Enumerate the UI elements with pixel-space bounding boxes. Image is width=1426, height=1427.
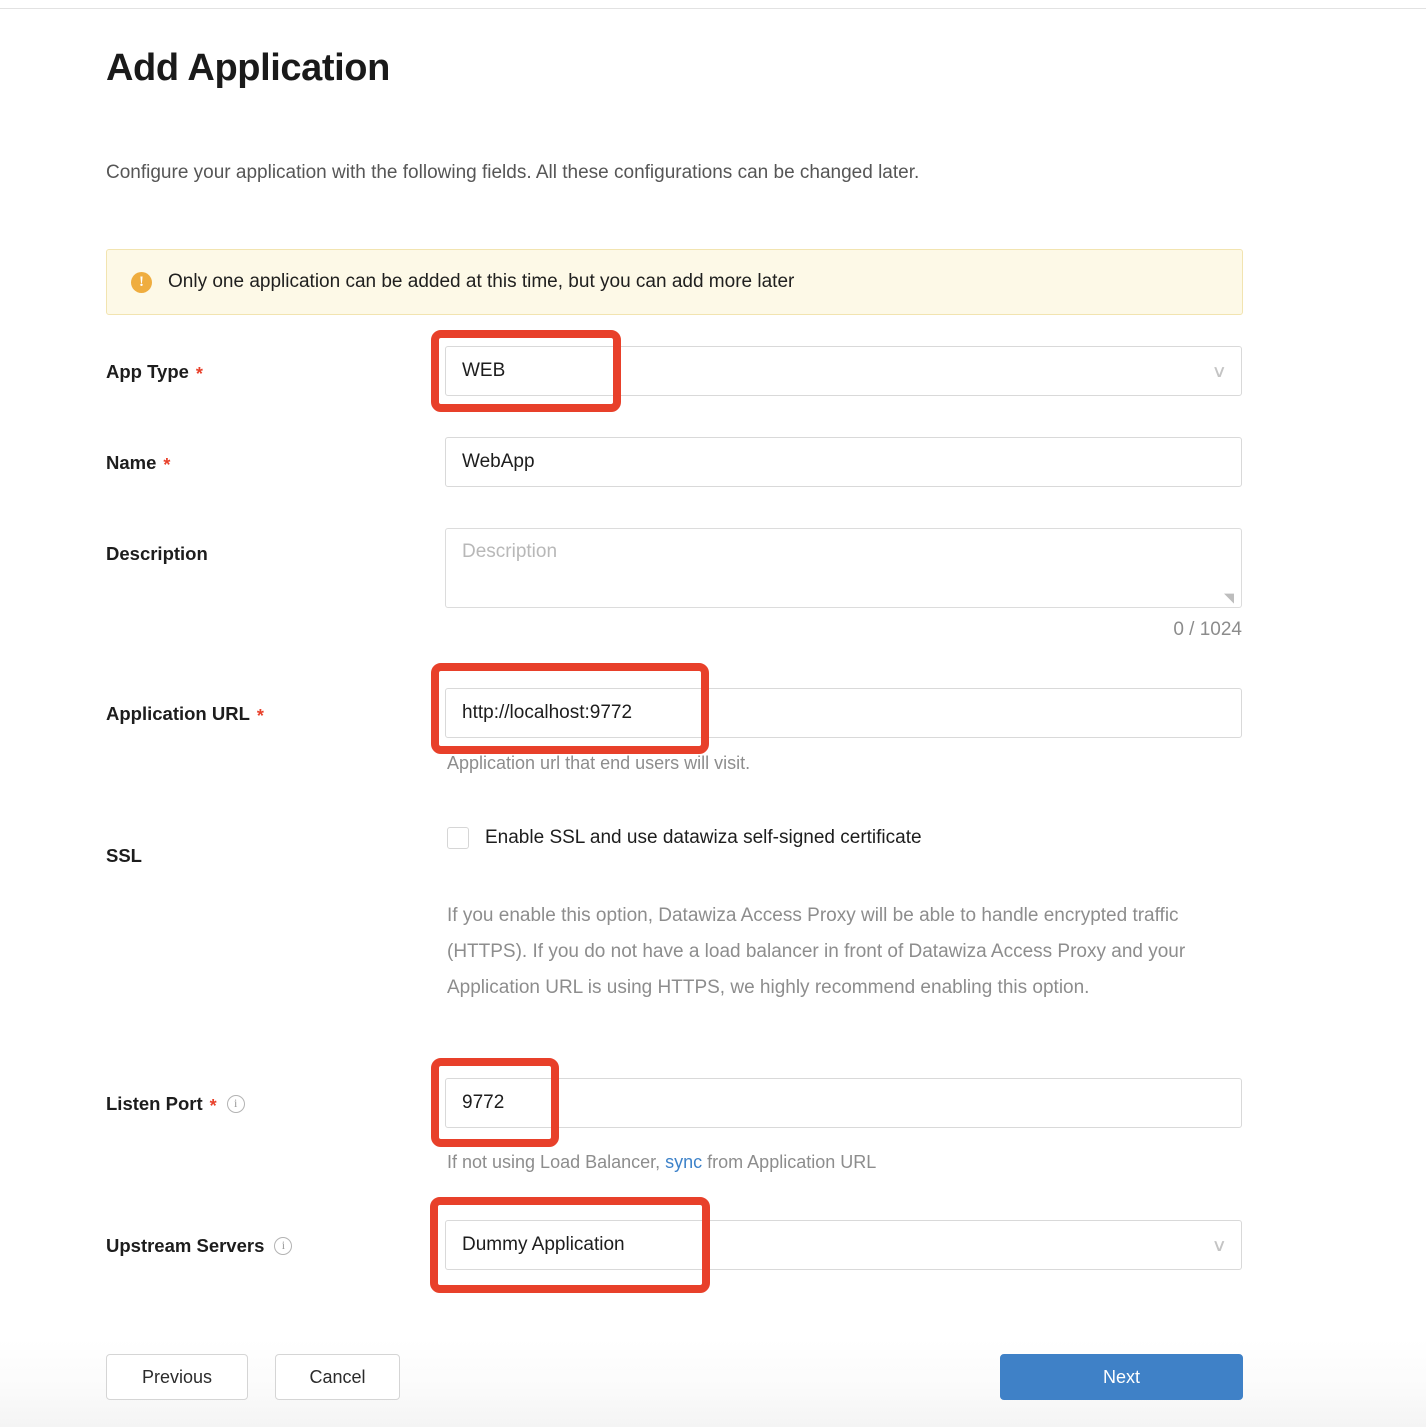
upstream-servers-label-text: Upstream Servers [106, 1235, 265, 1256]
listen-port-label: Listen Port * i [106, 1093, 245, 1115]
name-label: Name * [106, 452, 170, 474]
description-label: Description [106, 543, 208, 565]
page-subtitle: Configure your application with the foll… [106, 162, 920, 183]
alert-message: Only one application can be added at thi… [168, 271, 795, 292]
application-url-field[interactable]: http://localhost:9772 [445, 688, 1242, 738]
description-placeholder: Description [462, 541, 558, 562]
ssl-checkbox-label: Enable SSL and use datawiza self-signed … [485, 827, 922, 848]
chevron-down-icon: ∨ [1210, 361, 1227, 381]
app-type-label-text: App Type [106, 361, 189, 382]
description-counter: 0 / 1024 [1173, 619, 1242, 640]
listen-port-value: 9772 [462, 1092, 505, 1113]
listen-port-field[interactable]: 9772 [445, 1078, 1242, 1128]
sync-link[interactable]: sync [665, 1152, 702, 1172]
ssl-checkbox[interactable] [447, 827, 469, 849]
name-label-text: Name [106, 452, 157, 473]
application-url-value: http://localhost:9772 [462, 702, 633, 723]
required-marker: * [256, 706, 264, 726]
upstream-servers-label: Upstream Servers i [106, 1235, 293, 1257]
required-marker: * [195, 364, 203, 384]
ssl-checkbox-row[interactable]: Enable SSL and use datawiza self-signed … [447, 827, 922, 849]
cancel-button[interactable]: Cancel [275, 1354, 400, 1400]
add-application-page: Add Application Configure your applicati… [0, 9, 1426, 1427]
upstream-servers-value: Dummy Application [462, 1234, 625, 1255]
upstream-servers-field[interactable]: Dummy Application ∨ [445, 1220, 1242, 1270]
required-marker: * [163, 455, 171, 475]
listen-port-hint-before: If not using Load Balancer, [447, 1152, 666, 1172]
required-marker: * [209, 1096, 217, 1116]
form-footer: Previous Cancel Next [0, 1339, 1426, 1427]
previous-button[interactable]: Previous [106, 1354, 248, 1400]
info-alert: ! Only one application can be added at t… [106, 249, 1243, 315]
ssl-description: If you enable this option, Datawiza Acce… [447, 905, 1186, 998]
application-url-label-text: Application URL [106, 703, 250, 724]
chevron-down-icon: ∨ [1210, 1235, 1227, 1255]
page-title: Add Application [106, 47, 390, 89]
listen-port-hint: If not using Load Balancer, sync from Ap… [447, 1152, 876, 1173]
info-icon[interactable]: i [274, 1237, 293, 1255]
resize-handle-icon[interactable]: ◥ [1224, 591, 1238, 605]
info-icon[interactable]: i [226, 1095, 245, 1113]
application-url-hint: Application url that end users will visi… [447, 753, 751, 773]
app-type-label: App Type * [106, 361, 203, 383]
warning-icon: ! [131, 271, 152, 293]
description-textarea[interactable]: Description ◥ [445, 528, 1242, 608]
app-type-value: WEB [462, 360, 506, 381]
listen-port-hint-after: from Application URL [702, 1152, 877, 1172]
description-label-text: Description [106, 543, 208, 564]
application-url-label: Application URL * [106, 703, 264, 725]
ssl-label-text: SSL [106, 845, 142, 866]
next-button[interactable]: Next [1000, 1354, 1243, 1400]
listen-port-label-text: Listen Port [106, 1093, 203, 1114]
ssl-label: SSL [106, 845, 142, 867]
app-type-field[interactable]: WEB ∨ [445, 346, 1242, 396]
name-input[interactable]: WebApp [445, 437, 1242, 487]
name-value: WebApp [462, 451, 535, 472]
